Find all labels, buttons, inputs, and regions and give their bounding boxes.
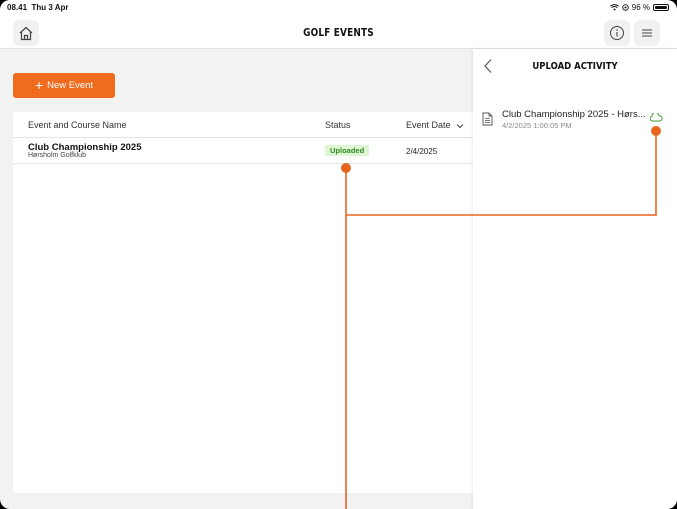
events-table: Event and Course Name Status Event Date … <box>13 112 483 493</box>
header-event-course[interactable]: Event and Course Name <box>28 120 127 130</box>
chevron-down-icon <box>456 123 464 128</box>
new-event-button[interactable]: + New Event <box>13 73 115 98</box>
event-date: 2/4/2025 <box>406 147 438 156</box>
activity-item[interactable]: Club Championship 2025 - Hørs... 4/2/202… <box>473 104 677 144</box>
menu-button[interactable] <box>634 20 660 46</box>
status-date: Thu 3 Apr <box>31 3 69 12</box>
battery-icon <box>653 4 669 11</box>
info-icon <box>610 26 624 40</box>
panel-title: UPLOAD ACTIVITY <box>532 61 618 72</box>
status-time: 08.41 Thu 3 Apr <box>7 3 69 12</box>
page-title: GOLF EVENTS <box>303 27 374 39</box>
home-button[interactable] <box>13 20 39 46</box>
info-button[interactable] <box>604 20 630 46</box>
document-icon <box>482 112 493 126</box>
hamburger-menu-icon <box>642 29 652 37</box>
table-header: Event and Course Name Status Event Date <box>13 112 483 138</box>
home-icon <box>19 26 33 40</box>
wifi-icon <box>609 4 619 11</box>
upload-activity-panel: UPLOAD ACTIVITY Club Championship 2025 -… <box>473 49 677 509</box>
table-row[interactable]: Club Championship 2025 Hørsholm Golfklub… <box>13 138 483 164</box>
status-badge: Uploaded <box>325 145 370 156</box>
new-event-label: New Event <box>47 80 94 91</box>
plus-icon: + <box>34 77 44 93</box>
activity-title: Club Championship 2025 - Hørs... <box>502 109 646 120</box>
nav-bar: GOLF EVENTS <box>0 16 677 49</box>
cloud-icon <box>649 113 663 122</box>
status-bar: 08.41 Thu 3 Apr 96 % <box>0 0 677 16</box>
activity-time: 4/2/2025 1:00:05 PM <box>502 121 572 130</box>
status-right: 96 % <box>609 3 669 12</box>
header-status[interactable]: Status <box>325 120 351 130</box>
course-name: Hørsholm Golfklub <box>28 152 86 159</box>
header-event-date[interactable]: Event Date <box>406 120 464 130</box>
location-icon <box>622 4 629 11</box>
battery-percent: 96 % <box>631 3 650 12</box>
device-screen: 08.41 Thu 3 Apr 96 % GOLF EVENTS + New E… <box>0 0 677 509</box>
